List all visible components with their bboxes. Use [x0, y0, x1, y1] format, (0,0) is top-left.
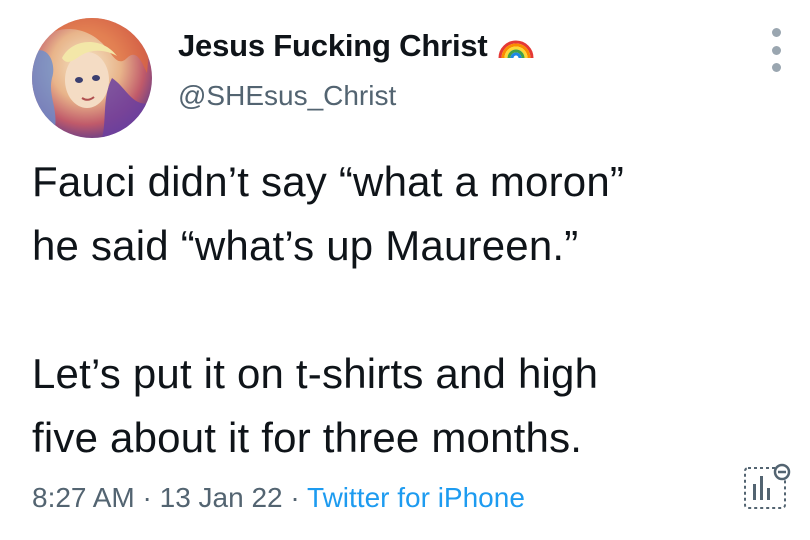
handle[interactable]: @SHEsus_Christ — [178, 80, 536, 112]
dot — [771, 28, 781, 37]
display-name[interactable]: Jesus Fucking Christ — [178, 28, 488, 64]
display-name-row: Jesus Fucking Christ — [178, 26, 536, 66]
analytics-icon[interactable] — [741, 462, 791, 512]
tweet-line: Let’s put it on t-shirts and high — [32, 350, 599, 397]
tweet-line: five about it for three months. — [32, 414, 583, 461]
dot — [771, 45, 781, 55]
tweet-text: Fauci didn’t say “what a moron” he said … — [32, 150, 792, 470]
tweet-line: he said “what’s up Maureen.” — [32, 222, 579, 269]
tweet-paragraph-1: Fauci didn’t say “what a moron” he said … — [32, 150, 792, 278]
more-dots-icon[interactable] — [766, 28, 786, 72]
tweet-line: Fauci didn’t say “what a moron” — [32, 158, 625, 205]
tweet-card: Jesus Fucking Christ @SHEsus_Christ Fauc… — [0, 0, 810, 540]
rainbow-icon — [498, 40, 534, 59]
tweet-paragraph-2: Let’s put it on t-shirts and high five a… — [32, 342, 792, 470]
avatar-image — [32, 18, 152, 138]
meta-separator: · — [134, 482, 160, 513]
tweet-time[interactable]: 8:27 AM — [32, 482, 135, 513]
author-block: Jesus Fucking Christ @SHEsus_Christ — [178, 26, 536, 112]
dot — [771, 63, 781, 72]
meta-separator: · — [282, 482, 308, 513]
tweet-date[interactable]: 13 Jan 22 — [160, 482, 283, 513]
tweet-meta: 8:27 AM · 13 Jan 22 · Twitter for iPhone — [32, 482, 525, 514]
avatar[interactable] — [32, 18, 152, 138]
tweet-source[interactable]: Twitter for iPhone — [307, 482, 525, 513]
